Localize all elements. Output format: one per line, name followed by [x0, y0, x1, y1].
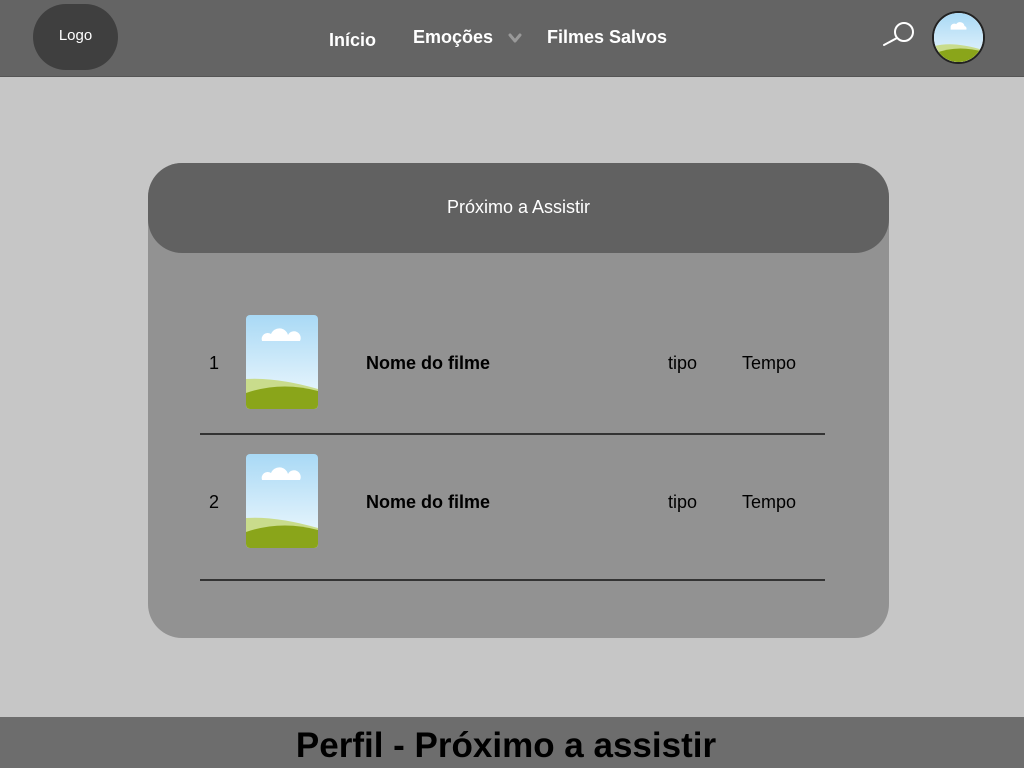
image-placeholder-icon	[246, 454, 318, 548]
movie-type: tipo	[668, 353, 698, 373]
chevron-down-icon[interactable]	[507, 31, 523, 45]
nav-item-filmes-salvos[interactable]: Filmes Salvos	[547, 27, 667, 48]
logo-label: Logo	[58, 27, 93, 44]
movie-thumbnail[interactable]	[246, 315, 318, 409]
top-nav-bar: Logo Início Emoções Filmes Salvos	[0, 0, 1024, 77]
avatar[interactable]	[932, 11, 985, 64]
avatar-image	[934, 13, 983, 62]
nav-item-inicio[interactable]: Início	[329, 30, 376, 51]
nav-item-emocoes[interactable]: Emoções	[413, 27, 493, 48]
up-next-card: Próximo a Assistir 1 Nome do filme tipo …	[148, 163, 889, 638]
movie-time: Tempo	[742, 492, 797, 512]
movie-time: Tempo	[742, 353, 797, 373]
search-icon[interactable]	[882, 20, 916, 48]
movie-type: tipo	[668, 492, 698, 512]
card-title: Próximo a Assistir	[446, 196, 591, 217]
row-divider	[200, 579, 825, 581]
movie-row[interactable]: 1 Nome do filme tipo Tempo	[148, 315, 889, 410]
movie-thumbnail[interactable]	[246, 454, 318, 548]
row-number: 2	[209, 492, 220, 512]
image-placeholder-icon	[246, 315, 318, 409]
page-caption: Perfil - Próximo a assistir	[295, 726, 717, 765]
card-header: Próximo a Assistir	[148, 163, 889, 253]
movie-row[interactable]: 2 Nome do filme tipo Tempo	[148, 454, 889, 549]
row-number: 1	[209, 353, 220, 373]
logo[interactable]: Logo	[33, 4, 118, 70]
row-divider	[200, 433, 825, 435]
movie-title: Nome do filme	[366, 492, 491, 512]
footer-bar: Perfil - Próximo a assistir	[0, 717, 1024, 768]
movie-title: Nome do filme	[366, 353, 491, 373]
